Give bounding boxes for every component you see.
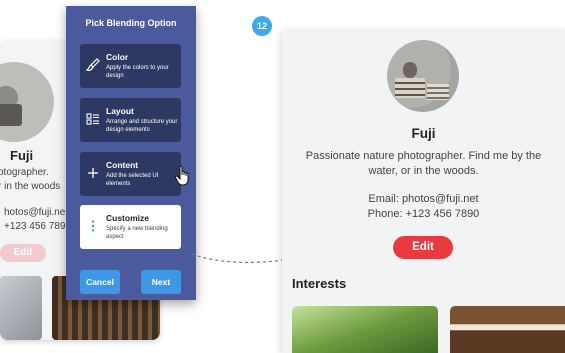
background-profile-contact: hotos@fuji.ne +123 456 789	[4, 206, 65, 234]
option-color-title: Color	[106, 52, 129, 62]
profile-phone: Phone: +123 456 7890	[367, 208, 480, 220]
panel-title: Pick Blending Option	[85, 18, 177, 28]
paintbrush-icon	[86, 58, 100, 71]
option-content[interactable]: Content Add the selected UI elements	[80, 152, 181, 196]
layout-list-icon	[86, 113, 99, 125]
option-customize[interactable]: Customize Specify a new blending aspect	[80, 205, 181, 249]
interests-heading: Interests	[292, 276, 347, 291]
option-customize-description: Specify a new blending aspect	[106, 226, 168, 240]
step-number-badge: 12	[252, 16, 272, 36]
avatar-books	[395, 78, 425, 98]
avatar-vase	[403, 62, 417, 78]
option-color-description: Apply the colors to your design	[106, 65, 169, 79]
screenshot: Fuji otographer. r in the woods hotos@fu…	[0, 0, 565, 353]
background-phone: +123 456 789	[4, 221, 66, 232]
avatar-books	[427, 84, 449, 100]
profile-card: Fuji Passionate nature photographer. Fin…	[282, 30, 565, 353]
option-content-title: Content	[106, 160, 139, 170]
option-customize-title: Customize	[106, 213, 149, 223]
option-color[interactable]: Color Apply the colors to your design	[80, 44, 181, 88]
hand-cursor-icon	[174, 165, 189, 186]
blending-option-panel: Pick Blending Option Color Apply the col…	[66, 6, 196, 300]
background-edit-button[interactable]: Edit	[0, 244, 46, 262]
interest-thumbnail[interactable]	[292, 306, 438, 353]
avatar	[387, 40, 459, 112]
next-button[interactable]: Next	[141, 270, 181, 294]
background-profile-name: Fuji	[10, 148, 34, 163]
background-profile-bio: otographer. r in the woods	[0, 166, 60, 194]
profile-name: Fuji	[411, 126, 436, 141]
profile-bio: Passionate nature photographer. Find me …	[305, 150, 542, 177]
background-email: hotos@fuji.ne	[4, 207, 66, 218]
profile-contact: Email: photos@fuji.net Phone: +123 456 7…	[282, 192, 565, 222]
background-bio-line-2: r in the woods	[0, 181, 61, 192]
plus-icon	[88, 168, 98, 178]
option-layout-title: Layout	[106, 106, 134, 116]
background-avatar	[0, 62, 54, 142]
background-bio-line-1: otographer.	[0, 167, 49, 178]
cancel-button[interactable]: Cancel	[80, 270, 120, 294]
vertical-dots-icon	[91, 220, 95, 232]
profile-email: Email: photos@fuji.net	[368, 193, 479, 205]
interest-thumbnail[interactable]	[450, 306, 565, 353]
option-layout[interactable]: Layout Arrange and structure your design…	[80, 98, 181, 142]
background-interest-thumbnail	[0, 276, 42, 340]
option-layout-description: Arrange and structure your design elemen…	[106, 119, 178, 133]
option-content-description: Add the selected UI elements	[106, 173, 159, 187]
edit-button[interactable]: Edit	[393, 236, 453, 259]
